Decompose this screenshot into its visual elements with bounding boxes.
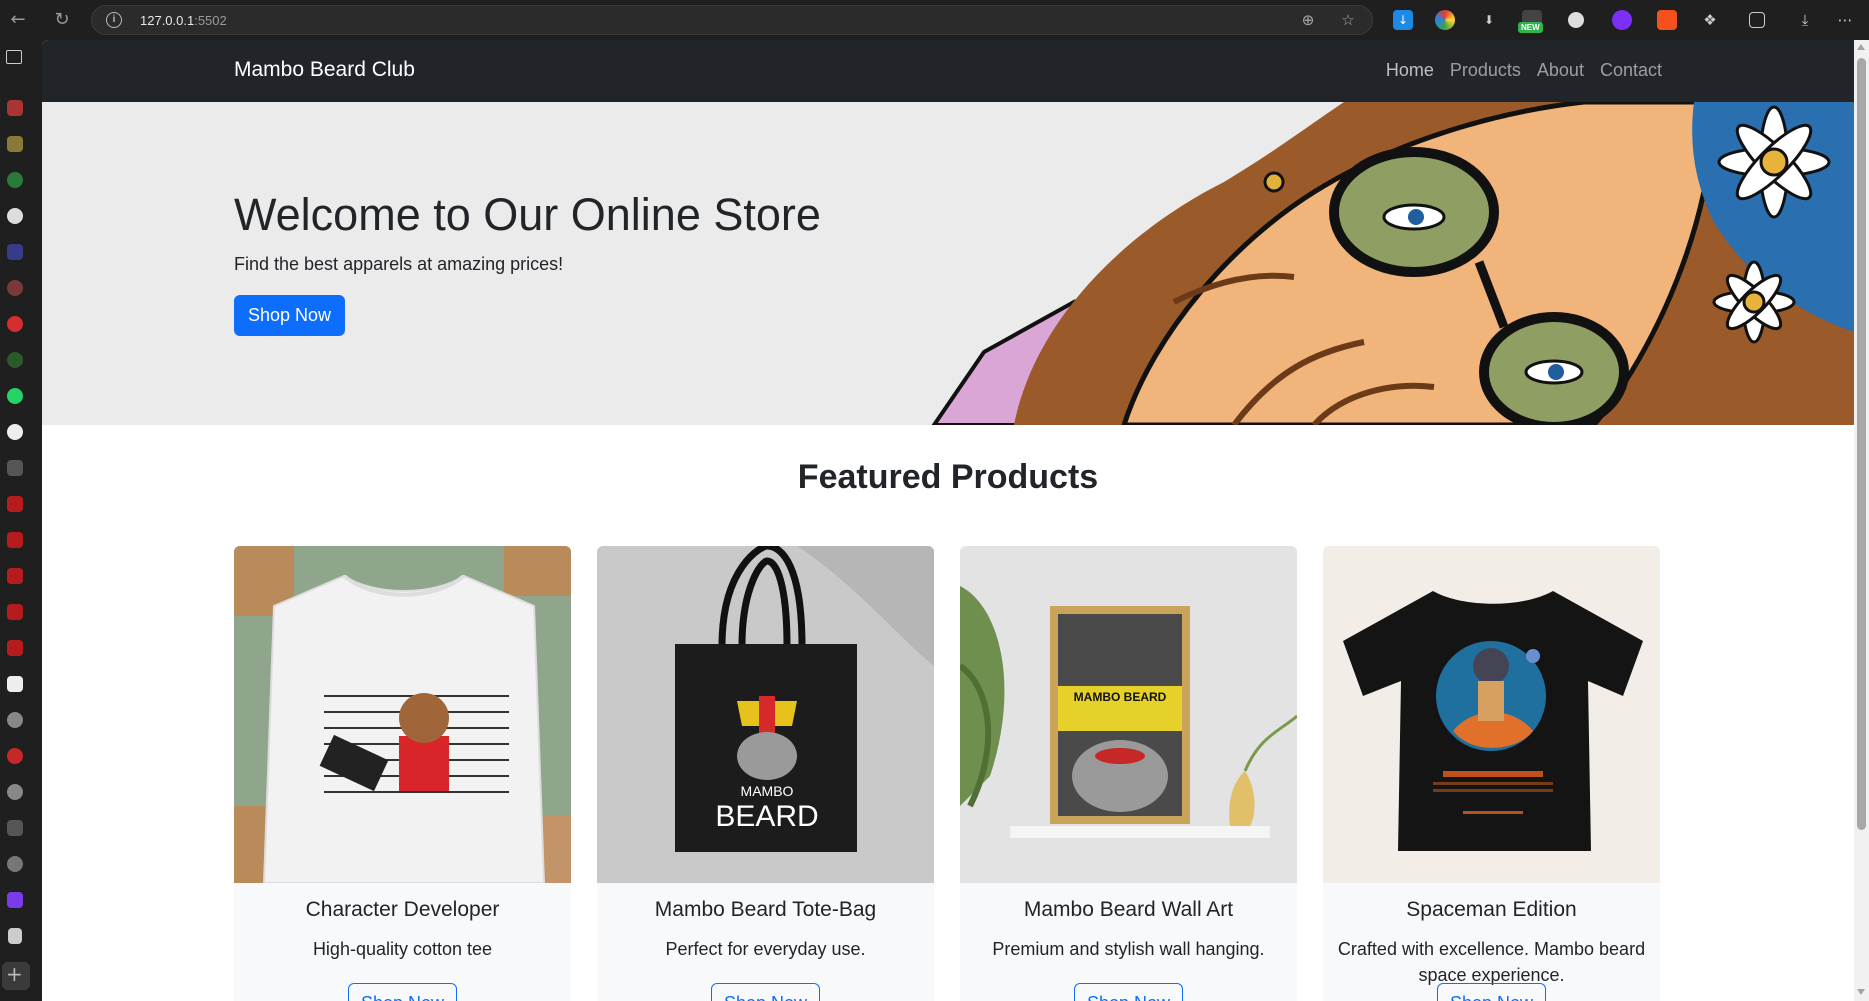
product-description: High-quality cotton tee xyxy=(312,939,493,959)
reload-icon[interactable]: ↻ xyxy=(50,8,74,32)
sidebar-app-icon[interactable] xyxy=(7,244,23,260)
sidebar-app-icon[interactable] xyxy=(7,280,23,296)
sidebar-app-icon[interactable] xyxy=(7,316,23,332)
scroll-up-icon[interactable] xyxy=(1857,44,1865,50)
new-badge: NEW xyxy=(1518,22,1543,33)
shop-now-button[interactable]: Shop Now xyxy=(234,295,345,336)
circle-extension-icon[interactable] xyxy=(1568,12,1584,28)
browser-toolbar: ← ↻ i 127.0.0.1:5502 ⊕ ☆ ↓ ⬇ NEW ❖ ⤓ ⋯ xyxy=(0,0,1869,40)
shop-now-button[interactable]: Shop Now xyxy=(348,983,457,1001)
download-extension-icon[interactable]: ↓ xyxy=(1393,10,1413,30)
product-description: Crafted with excellence. Mambo beard spa… xyxy=(1337,939,1646,985)
sidebar-app-icon[interactable] xyxy=(7,676,23,692)
product-card: Spaceman Edition Crafted with excellence… xyxy=(1323,546,1660,1001)
site-info-icon[interactable]: i xyxy=(106,12,122,28)
product-card: MAMBO BEARD Mambo Beard Wall Art Premium… xyxy=(960,546,1297,1001)
zoom-icon[interactable]: ⊕ xyxy=(1298,10,1318,30)
product-title: Mambo Beard Wall Art xyxy=(1023,898,1234,921)
sidebar-app-icon[interactable] xyxy=(7,136,23,152)
product-title: Character Developer xyxy=(305,898,500,921)
add-icon[interactable]: + xyxy=(6,964,23,984)
product-image-wall-art[interactable]: MAMBO BEARD xyxy=(960,546,1297,883)
youtube-icon[interactable] xyxy=(7,496,23,512)
youtube-icon[interactable] xyxy=(7,604,23,620)
hero-section: Welcome to Our Online Store Find the bes… xyxy=(42,102,1854,425)
product-image-spaceman-tee[interactable] xyxy=(1323,546,1660,883)
downloads-icon[interactable]: ⤓ xyxy=(1795,10,1815,30)
svg-text:BEARD: BEARD xyxy=(715,800,818,833)
product-image-tote-bag[interactable]: MAMBO BEARD xyxy=(597,546,934,883)
address-bar[interactable]: i 127.0.0.1:5502 ⊕ ☆ xyxy=(91,5,1373,35)
pinterest-icon[interactable] xyxy=(7,748,23,764)
nav-links: Home Products About Contact xyxy=(1386,60,1662,81)
hero-illustration xyxy=(931,102,1854,425)
chrome-icon[interactable] xyxy=(7,712,23,728)
purple-extension-icon[interactable] xyxy=(1612,10,1632,30)
shop-now-button[interactable]: Shop Now xyxy=(1437,983,1546,1001)
orange-extension-icon[interactable] xyxy=(1657,10,1677,30)
youtube-icon[interactable] xyxy=(7,532,23,548)
tab-panel-icon[interactable] xyxy=(6,50,22,64)
menu-icon[interactable]: ⋯ xyxy=(1835,10,1855,30)
scroll-down-icon[interactable] xyxy=(1857,989,1865,995)
hero-title: Welcome to Our Online Store xyxy=(234,189,821,240)
shop-now-button[interactable]: Shop Now xyxy=(711,983,820,1001)
url-text[interactable]: 127.0.0.1:5502 xyxy=(140,13,227,28)
sidebar-app-icon[interactable] xyxy=(7,460,23,476)
svg-text:MAMBO BEARD: MAMBO BEARD xyxy=(1074,690,1167,704)
youtube-icon[interactable] xyxy=(7,640,23,656)
nav-contact[interactable]: Contact xyxy=(1600,60,1662,81)
product-title: Spaceman Edition xyxy=(1406,898,1577,921)
arrow-extension-icon[interactable]: ⬇ xyxy=(1479,10,1499,30)
bootstrap-icon[interactable] xyxy=(7,892,23,908)
svg-text:MAMBO: MAMBO xyxy=(741,783,794,799)
extensions-puzzle-icon[interactable]: ❖ xyxy=(1700,10,1720,30)
whatsapp-icon[interactable] xyxy=(7,388,23,404)
sidebar-app-icon[interactable] xyxy=(7,856,23,872)
tab-groups-icon[interactable] xyxy=(1749,12,1765,28)
featured-heading: Featured Products xyxy=(797,458,1099,496)
nav-home[interactable]: Home xyxy=(1386,60,1434,81)
product-card: MAMBO BEARD Mambo Beard Tote-Bag Perfect… xyxy=(597,546,934,1001)
product-card: Character Developer High-quality cotton … xyxy=(234,546,571,1001)
product-description: Premium and stylish wall hanging. xyxy=(992,939,1265,959)
sidebar-app-icon[interactable] xyxy=(7,172,23,188)
product-title: Mambo Beard Tote-Bag xyxy=(654,898,877,921)
color-extension-icon[interactable] xyxy=(1435,10,1455,30)
sidebar-app-icon[interactable] xyxy=(7,208,23,224)
sidebar-app-icon[interactable] xyxy=(7,100,23,116)
back-icon[interactable]: ← xyxy=(6,8,30,32)
document-icon[interactable] xyxy=(8,928,22,944)
shop-now-button[interactable]: Shop Now xyxy=(1074,983,1183,1001)
github-icon[interactable] xyxy=(7,424,23,440)
nav-about[interactable]: About xyxy=(1537,60,1584,81)
chrome-icon[interactable] xyxy=(7,784,23,800)
bookmark-star-icon[interactable]: ☆ xyxy=(1338,10,1358,30)
brand-link[interactable]: Mambo Beard Club xyxy=(234,58,415,82)
site-navbar: Mambo Beard Club Home Products About Con… xyxy=(42,40,1854,102)
browser-sidebar: + xyxy=(0,40,42,1001)
nav-products[interactable]: Products xyxy=(1450,60,1521,81)
product-image-tshirt[interactable] xyxy=(234,546,571,883)
scroll-thumb[interactable] xyxy=(1857,58,1866,830)
page-scrollbar[interactable] xyxy=(1854,40,1869,1001)
sidebar-app-icon[interactable] xyxy=(7,820,23,836)
hero-subtitle: Find the best apparels at amazing prices… xyxy=(234,254,564,274)
page-viewport: Mambo Beard Club Home Products About Con… xyxy=(42,40,1854,1001)
product-description: Perfect for everyday use. xyxy=(665,939,866,959)
youtube-icon[interactable] xyxy=(7,568,23,584)
sidebar-app-icon[interactable] xyxy=(7,352,23,368)
